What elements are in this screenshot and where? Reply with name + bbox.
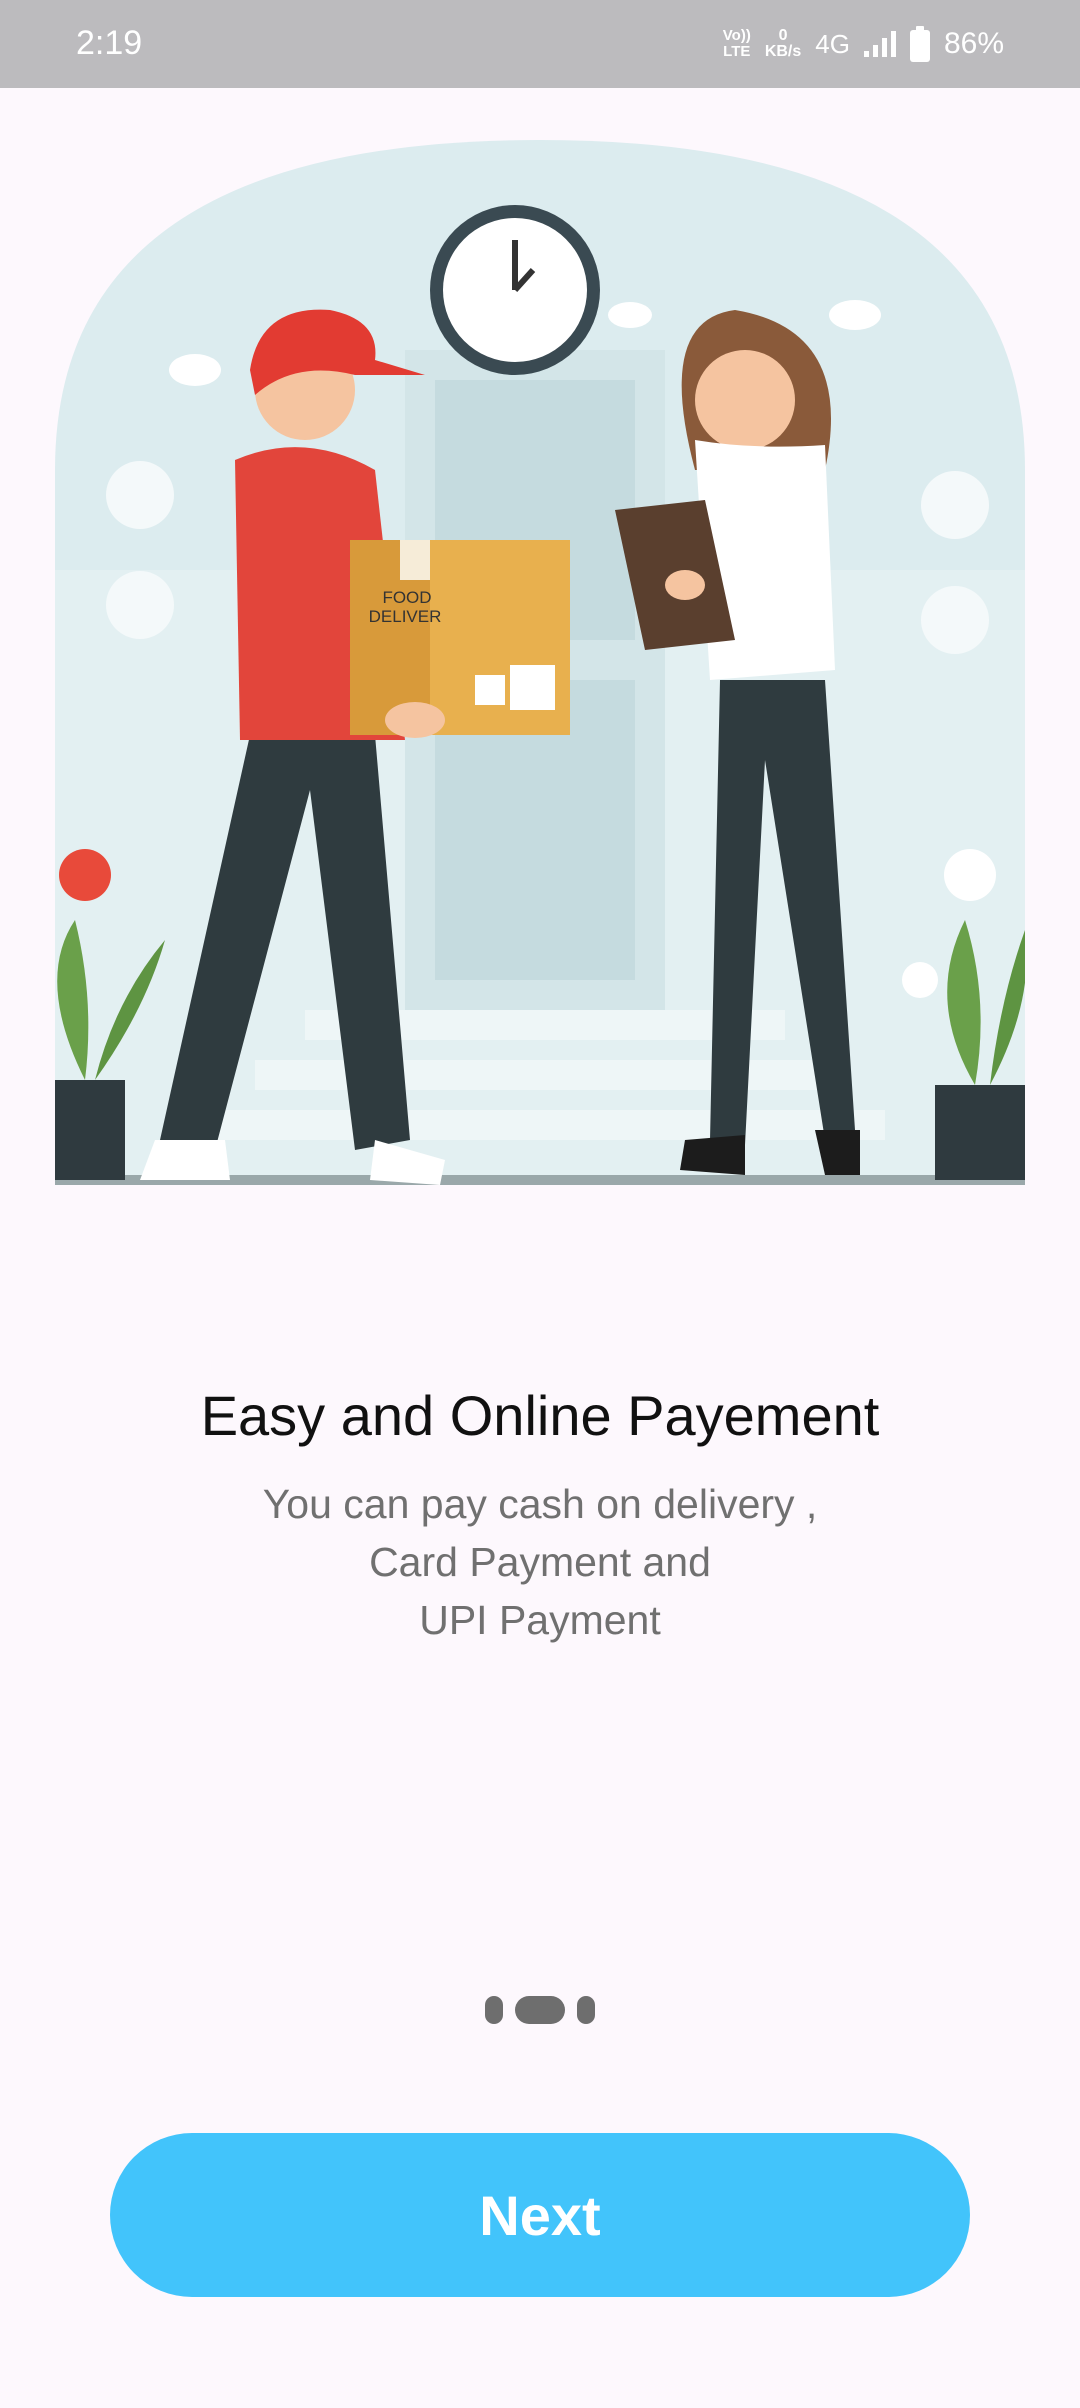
onboarding-title: Easy and Online Payement	[200, 1383, 880, 1447]
next-button[interactable]: Next	[110, 2133, 970, 2297]
volte-icon: Vo)) LTE	[723, 28, 751, 60]
page-dot[interactable]	[577, 1996, 595, 2024]
status-icons: Vo)) LTE 0 KB/s 4G 86%	[723, 16, 1004, 72]
description-line-1: You can pay cash on delivery ,	[262, 1481, 818, 1527]
volte-line1: Vo))	[722, 27, 751, 44]
status-bar: 2:19 Vo)) LTE 0 KB/s 4G 86%	[0, 0, 1080, 88]
speed-unit: KB/s	[764, 43, 802, 60]
network-speed: 0 KB/s	[765, 28, 801, 60]
signal-icon	[863, 31, 896, 57]
network-type: 4G	[815, 28, 850, 59]
battery-level: 86%	[943, 27, 1004, 60]
delivery-illustration: FOOD DELIVER	[55, 140, 1025, 1185]
volte-line2: LTE	[723, 43, 751, 60]
onboarding-description: You can pay cash on delivery , Card Paym…	[0, 1475, 1080, 1649]
status-time: 2:19	[76, 24, 143, 62]
page-indicator	[0, 1996, 1080, 2024]
box-label-line1: FOOD	[382, 588, 431, 607]
description-line-3: UPI Payment	[419, 1597, 661, 1643]
box-label-line2: DELIVER	[369, 607, 442, 626]
page-dot[interactable]	[485, 1996, 503, 2024]
battery-icon	[909, 26, 930, 62]
description-line-2: Card Payment and	[369, 1539, 711, 1585]
speed-value: 0	[778, 27, 788, 44]
page-dot-active[interactable]	[515, 1996, 565, 2024]
